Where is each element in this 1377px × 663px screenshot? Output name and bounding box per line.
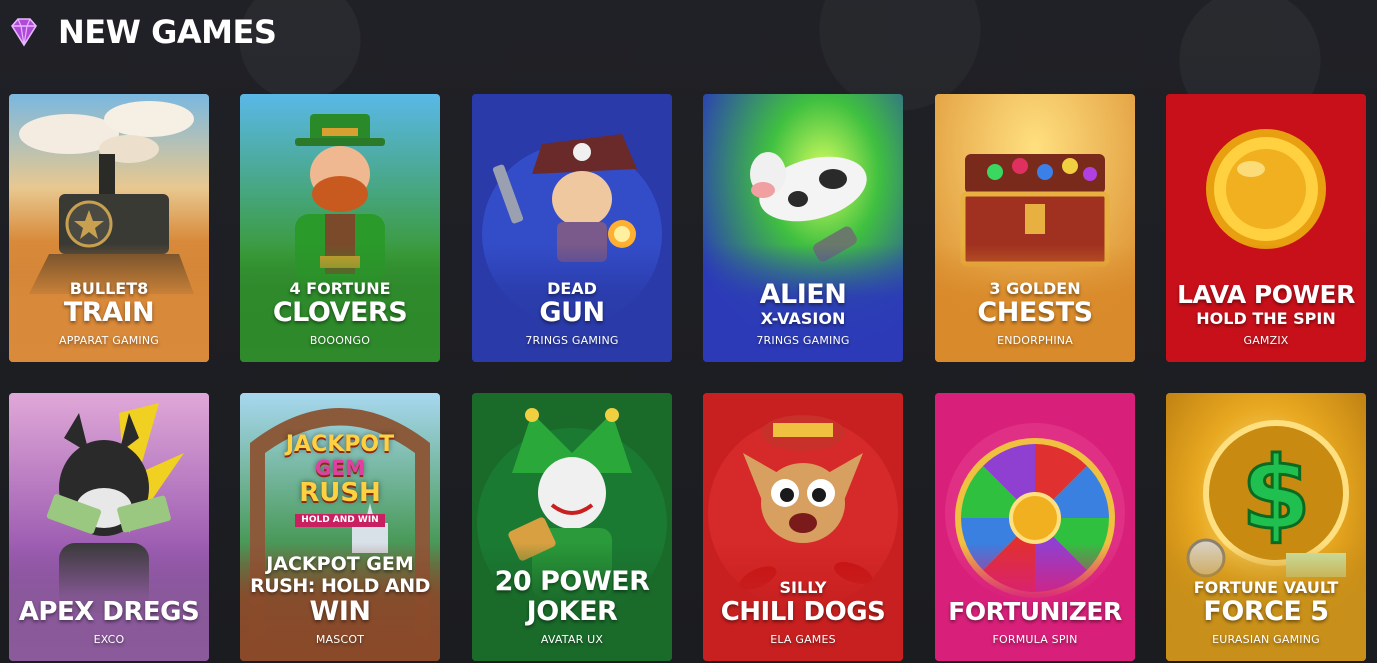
svg-text:$: $: [1241, 435, 1311, 552]
game-card[interactable]: APEX DREGS EXCO: [9, 393, 209, 661]
game-card[interactable]: BULLET8 TRAIN APPARAT GAMING: [9, 94, 209, 362]
game-title-block: 3 GOLDEN CHESTS ENDORPHINA: [935, 280, 1135, 348]
game-provider: EXCO: [93, 633, 125, 646]
game-provider: 7RINGS GAMING: [756, 334, 850, 347]
game-title-sub: HOLD THE SPIN: [1196, 309, 1336, 328]
game-title-block: APEX DREGS EXCO: [9, 597, 209, 647]
game-title-main: CHILI DOGS: [720, 597, 886, 627]
section-title: NEW GAMES: [58, 13, 277, 51]
game-title-block: 20 POWER JOKER AVATAR UX: [472, 567, 672, 647]
game-card[interactable]: DEAD GUN 7RINGS GAMING: [472, 94, 672, 362]
game-title-top: BULLET8: [69, 279, 149, 298]
game-title-block: ALIEN X-VASION 7RINGS GAMING: [703, 280, 903, 348]
game-logo-text: GEM: [315, 456, 365, 480]
game-logo: JACKPOT GEM RUSH HOLD AND WIN: [270, 433, 410, 527]
game-title-top: 4 FORTUNE: [289, 279, 391, 298]
game-title-main: FORTUNIZER: [948, 597, 1122, 626]
game-provider: EURASIAN GAMING: [1212, 633, 1320, 646]
game-provider: APPARAT GAMING: [58, 334, 160, 347]
game-logo-text: HOLD AND WIN: [295, 514, 385, 527]
game-title-main: CLOVERS: [272, 297, 408, 328]
game-title-top: SILLY: [779, 578, 827, 597]
section-header: NEW GAMES: [6, 12, 277, 52]
game-provider: ENDORPHINA: [997, 334, 1073, 347]
game-title-main: ALIEN: [759, 279, 847, 310]
game-title-top: DEAD: [547, 279, 597, 298]
game-title-main: CHESTS: [977, 297, 1093, 328]
game-title-top: JACKPOT GEM: [266, 553, 414, 575]
game-title-block: SILLY CHILI DOGS ELA GAMES: [703, 579, 903, 647]
diamond-icon: [11, 18, 37, 47]
game-title-block: FORTUNE VAULT FORCE 5 EURASIAN GAMING: [1166, 579, 1366, 647]
game-card[interactable]: SILLY CHILI DOGS ELA GAMES: [703, 393, 903, 661]
game-title-block: BULLET8 TRAIN APPARAT GAMING: [9, 280, 209, 348]
game-card[interactable]: 20 POWER JOKER AVATAR UX: [472, 393, 672, 661]
game-title-block: LAVA POWER HOLD THE SPIN GAMZIX: [1166, 280, 1366, 348]
game-card[interactable]: 3 GOLDEN CHESTS ENDORPHINA: [935, 94, 1135, 362]
game-provider: BOOONGO: [309, 334, 371, 347]
game-provider: AVATAR UX: [540, 633, 604, 646]
game-title-block: DEAD GUN 7RINGS GAMING: [472, 280, 672, 348]
game-title-main: 20 POWER: [494, 566, 650, 597]
game-provider: 7RINGS GAMING: [525, 334, 619, 347]
game-title-main: RUSH: HOLD AND: [250, 575, 430, 597]
game-title-block: 4 FORTUNE CLOVERS BOOONGO: [240, 280, 440, 348]
game-title-sub: WIN: [309, 596, 371, 627]
game-card[interactable]: FORTUNIZER FORMULA SPIN: [935, 393, 1135, 661]
game-card[interactable]: JACKPOT GEM RUSH HOLD AND WIN JACKPOT GEM RUS…: [240, 393, 440, 661]
game-title-main: TRAIN: [63, 297, 155, 328]
game-title-main: GUN: [539, 297, 605, 328]
game-card[interactable]: ALIEN X-VASION 7RINGS GAMING: [703, 94, 903, 362]
game-card[interactable]: 4 FORTUNE CLOVERS BOOONGO: [240, 94, 440, 362]
game-card[interactable]: $ FORTUNE VAULT FORCE 5 EURASIAN GAMING: [1166, 393, 1366, 661]
game-logo-text: JACKPOT: [285, 432, 395, 457]
game-provider: MASCOT: [315, 633, 365, 646]
game-title-main: LAVA POWER: [1177, 280, 1355, 309]
game-title-main: FORCE 5: [1203, 596, 1329, 627]
game-provider: FORMULA SPIN: [992, 633, 1078, 646]
game-title-main: APEX DREGS: [18, 597, 200, 627]
game-title-sub: JOKER: [526, 596, 618, 627]
game-card[interactable]: LAVA POWER HOLD THE SPIN GAMZIX: [1166, 94, 1366, 362]
game-logo-text: RUSH: [299, 478, 381, 508]
game-title-sub: X-VASION: [760, 309, 846, 328]
game-provider: GAMZIX: [1243, 334, 1289, 347]
game-provider: ELA GAMES: [770, 633, 836, 646]
game-title-block: JACKPOT GEM RUSH: HOLD AND WIN MASCOT: [240, 553, 440, 647]
game-title-block: FORTUNIZER FORMULA SPIN: [935, 597, 1135, 647]
game-title-top: FORTUNE VAULT: [1193, 578, 1339, 597]
game-title-top: 3 GOLDEN: [989, 279, 1081, 298]
